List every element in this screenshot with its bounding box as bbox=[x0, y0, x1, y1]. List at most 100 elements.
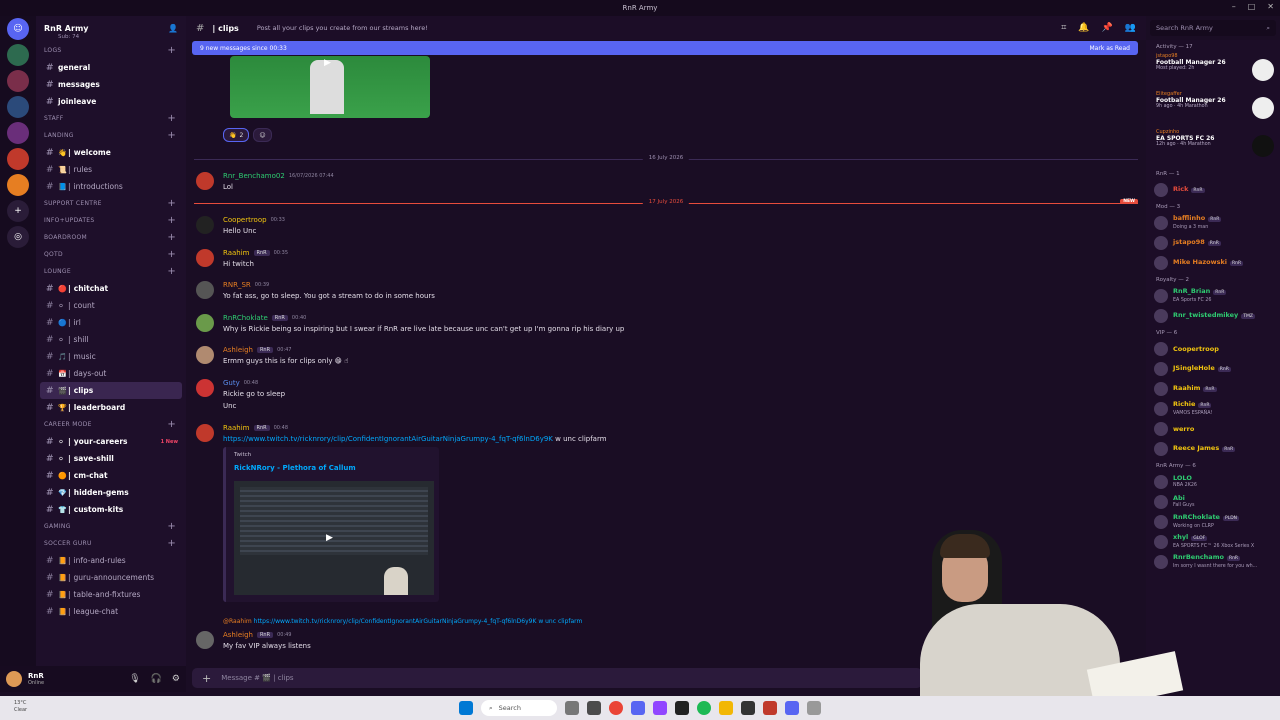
activity-card[interactable]: jstapo98 Football Manager 26 Most played: … bbox=[1146, 53, 1280, 91]
threads-icon[interactable]: ⌗ bbox=[1061, 23, 1066, 33]
activity-card[interactable]: Cupzinho EA SPORTS FC 26 12h ago · 4h Mara… bbox=[1146, 129, 1280, 167]
add-channel-icon[interactable]: + bbox=[167, 266, 176, 277]
category-qotd[interactable]: QOTD + bbox=[36, 246, 186, 263]
member-item[interactable]: LOLO NBA 2K26 bbox=[1146, 472, 1280, 492]
category-career[interactable]: CAREER MODE + bbox=[36, 416, 186, 433]
message-author[interactable]: Guty bbox=[223, 379, 240, 387]
member-item[interactable]: jstapo98 RnR bbox=[1146, 233, 1280, 253]
clip-thumbnail[interactable]: ▶ bbox=[230, 56, 430, 118]
add-channel-icon[interactable]: + bbox=[167, 215, 176, 226]
channel-welcome[interactable]: # 👋 | welcome bbox=[36, 144, 186, 161]
category-gaming[interactable]: GAMING + bbox=[36, 518, 186, 535]
channel-shill[interactable]: # ⚪ | shill bbox=[36, 331, 186, 348]
channel-rules[interactable]: # 📜 | rules bbox=[36, 161, 186, 178]
add-channel-icon[interactable]: + bbox=[167, 249, 176, 260]
new-messages-bar[interactable]: 9 new messages since 00:33 Mark as Read bbox=[192, 41, 1138, 55]
server-icon[interactable] bbox=[7, 122, 29, 144]
category-boardroom[interactable]: BOARDROOM + bbox=[36, 229, 186, 246]
avatar[interactable] bbox=[196, 631, 214, 649]
app-icon[interactable] bbox=[785, 701, 799, 715]
embed-thumbnail[interactable]: ▶ bbox=[234, 481, 434, 595]
explore-icon[interactable]: ◎ bbox=[7, 226, 29, 248]
app-icon[interactable] bbox=[807, 701, 821, 715]
weather-widget[interactable]: 13°C Clear bbox=[14, 700, 27, 714]
message-author[interactable]: Raahim bbox=[223, 249, 250, 257]
app-icon[interactable] bbox=[741, 701, 755, 715]
add-channel-icon[interactable]: + bbox=[167, 538, 176, 549]
channel-music[interactable]: # 🎵 | music bbox=[36, 348, 186, 365]
home-icon[interactable]: ☺ bbox=[7, 18, 29, 40]
member-item[interactable]: JSingleHole RnR bbox=[1146, 359, 1280, 379]
close-icon[interactable]: ✕ bbox=[1267, 2, 1274, 11]
add-reaction-icon[interactable]: ☺ bbox=[253, 128, 272, 142]
channel-messages[interactable]: # messages bbox=[36, 76, 186, 93]
server-icon[interactable] bbox=[7, 96, 29, 118]
spotify-icon[interactable] bbox=[697, 701, 711, 715]
message-composer[interactable]: + Message # 🎬 | clips bbox=[192, 668, 922, 688]
avatar[interactable] bbox=[196, 172, 214, 190]
avatar[interactable] bbox=[196, 346, 214, 364]
link-url[interactable]: https://www.twitch.tv/ricknrory/clip/Con… bbox=[223, 435, 553, 443]
server-icon[interactable] bbox=[7, 44, 29, 66]
headphones-icon[interactable]: 🎧 bbox=[151, 674, 162, 684]
member-item[interactable]: Rick RnR bbox=[1146, 180, 1280, 200]
category-soccer[interactable]: SOCCER GURU + bbox=[36, 535, 186, 552]
channel-joinleave[interactable]: # joinleave bbox=[36, 93, 186, 110]
member-item[interactable]: Reece James RnR bbox=[1146, 439, 1280, 459]
channel-league-chat[interactable]: # 📙 | league-chat bbox=[36, 603, 186, 620]
member-item[interactable]: Richie RnR VAMOS ESPAÑA! bbox=[1146, 399, 1280, 419]
channel-introductions[interactable]: # 📘 | introductions bbox=[36, 178, 186, 195]
member-list-icon[interactable]: 👥 bbox=[1125, 23, 1136, 33]
channel-count[interactable]: # ⚪ | count bbox=[36, 297, 186, 314]
maximize-icon[interactable]: □ bbox=[1248, 2, 1256, 11]
windows-start-icon[interactable] bbox=[459, 701, 473, 715]
embed-title[interactable]: RickNRory - Plethora of Callum bbox=[234, 464, 356, 472]
avatar[interactable] bbox=[196, 249, 214, 267]
category-info[interactable]: INFO+UPDATES + bbox=[36, 212, 186, 229]
channel-cm-chat[interactable]: # 🟠 | cm-chat bbox=[36, 467, 186, 484]
file-explorer-icon[interactable] bbox=[587, 701, 601, 715]
message-author[interactable]: RnRChoklate bbox=[223, 314, 268, 322]
add-channel-icon[interactable]: + bbox=[167, 113, 176, 124]
channel-your-careers[interactable]: # ⚪ | your-careers 1 New bbox=[36, 433, 186, 450]
channel-days-out[interactable]: # 📅 | days-out bbox=[36, 365, 186, 382]
category-landing[interactable]: LANDING + bbox=[36, 127, 186, 144]
pin-icon[interactable]: 📌 bbox=[1102, 23, 1113, 33]
category-logs[interactable]: LOGS + bbox=[36, 42, 186, 59]
message-author[interactable]: Raahim bbox=[223, 424, 250, 432]
add-channel-icon[interactable]: + bbox=[167, 130, 176, 141]
add-attachment-icon[interactable]: + bbox=[202, 672, 211, 685]
microphone-icon[interactable]: 🎙 bbox=[129, 674, 140, 684]
obs-icon[interactable] bbox=[675, 701, 689, 715]
add-friend-icon[interactable]: 👤 bbox=[168, 24, 178, 33]
minimize-icon[interactable]: – bbox=[1232, 2, 1236, 11]
play-icon[interactable]: ▶ bbox=[324, 58, 331, 68]
member-item[interactable]: Raahim RnR bbox=[1146, 379, 1280, 399]
message-link[interactable]: https://www.twitch.tv/ricknrory/clip/Con… bbox=[223, 435, 607, 443]
add-channel-icon[interactable]: + bbox=[167, 198, 176, 209]
folder-icon[interactable] bbox=[719, 701, 733, 715]
category-staff[interactable]: STAFF + bbox=[36, 110, 186, 127]
channel-clips[interactable]: # 🎬 | clips bbox=[40, 382, 182, 399]
reaction-pill[interactable]: 👋 2 bbox=[223, 128, 250, 142]
add-channel-icon[interactable]: + bbox=[167, 45, 176, 56]
taskbar-search[interactable]: ⌕ Search bbox=[481, 700, 557, 716]
add-channel-icon[interactable]: + bbox=[167, 232, 176, 243]
message-author[interactable]: Ashleigh bbox=[223, 346, 253, 354]
channel-hidden-gems[interactable]: # 💎 | hidden-gems bbox=[36, 484, 186, 501]
reply-preview[interactable]: @Raahim https://www.twitch.tv/ricknrory/… bbox=[223, 618, 582, 625]
activity-card[interactable]: Elitegaffer Football Manager 26 9h ago · 4… bbox=[1146, 91, 1280, 129]
gear-icon[interactable]: ⚙ bbox=[172, 674, 180, 684]
message-author[interactable]: Ashleigh bbox=[223, 631, 253, 639]
category-support[interactable]: SUPPORT CENTRE + bbox=[36, 195, 186, 212]
message-author[interactable]: Coopertroop bbox=[223, 216, 267, 224]
avatar[interactable] bbox=[196, 379, 214, 397]
member-item[interactable]: RnR_Brian RnR EA Sports FC 26 bbox=[1146, 286, 1280, 306]
member-item[interactable]: Mike Hazowski RnR bbox=[1146, 253, 1280, 273]
search-input[interactable]: Search RnR Army ⌕ bbox=[1150, 20, 1276, 36]
discord-icon[interactable] bbox=[631, 701, 645, 715]
channel-general[interactable]: # general bbox=[36, 59, 186, 76]
channel-irl[interactable]: # 🔵 | irl bbox=[36, 314, 186, 331]
channel-save-shill[interactable]: # ⚪ | save-shill bbox=[36, 450, 186, 467]
play-icon[interactable]: ▶ bbox=[326, 533, 333, 543]
